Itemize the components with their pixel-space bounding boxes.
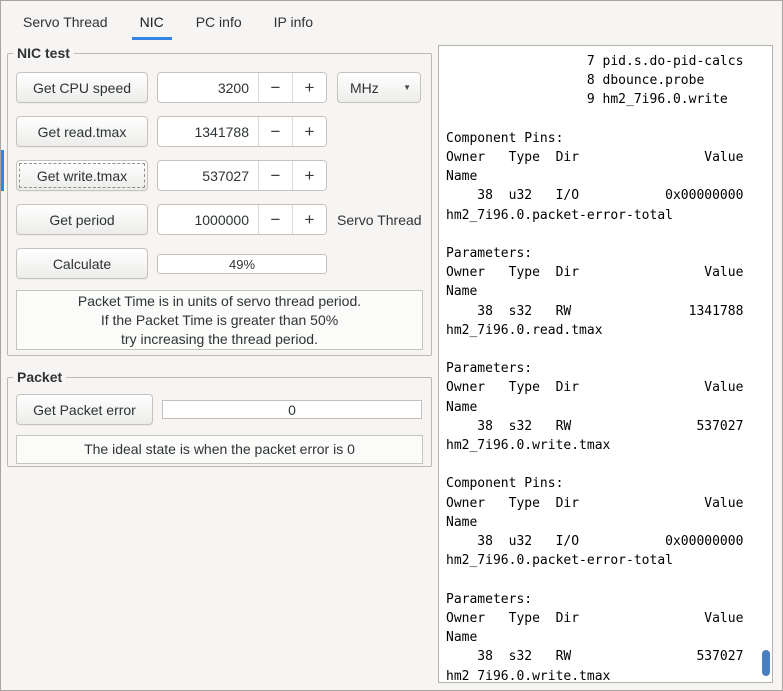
- plus-icon: +: [304, 210, 315, 229]
- cpu-speed-value[interactable]: 3200: [158, 73, 258, 102]
- packet-error-value: 0: [162, 400, 422, 419]
- write-tmax-value[interactable]: 537027: [158, 161, 258, 190]
- nic-test-frame: NIC test Get CPU speed 3200 − + MHz ▼ Ge…: [7, 45, 432, 356]
- read-tmax-increment-button[interactable]: +: [292, 117, 326, 146]
- packet-time-note: Packet Time is in units of servo thread …: [16, 290, 423, 350]
- packet-error-note: The ideal state is when the packet error…: [16, 435, 423, 464]
- write-tmax-spinbox: 537027 − +: [157, 160, 327, 191]
- cpu-speed-decrement-button[interactable]: −: [258, 73, 292, 102]
- plus-icon: +: [304, 166, 315, 185]
- tab-pc-info-label: PC info: [195, 14, 242, 30]
- tab-servo-thread-label: Servo Thread: [23, 14, 108, 30]
- tab-pc-info[interactable]: PC info: [180, 1, 258, 43]
- progress-percent-text: 49%: [228, 256, 256, 272]
- period-decrement-button[interactable]: −: [258, 205, 292, 234]
- tab-servo-thread[interactable]: Servo Thread: [7, 1, 124, 43]
- cpu-speed-spinbox: 3200 − +: [157, 72, 327, 103]
- hal-output-text: 7 pid.s.do-pid-calcs 8 dbounce.probe 9 h…: [446, 54, 744, 683]
- cpu-speed-unit-dropdown[interactable]: MHz ▼: [337, 72, 421, 103]
- plus-icon: +: [304, 78, 315, 97]
- read-tmax-spinbox: 1341788 − +: [157, 116, 327, 147]
- chevron-down-icon: ▼: [403, 83, 411, 92]
- packet-frame: Packet Get Packet error 0 The ideal stat…: [7, 369, 432, 467]
- hal-output-panel[interactable]: 7 pid.s.do-pid-calcs 8 dbounce.probe 9 h…: [438, 45, 773, 683]
- minus-icon: −: [270, 210, 281, 229]
- left-scrollbar-thumb[interactable]: [1, 150, 4, 191]
- tab-nic-label: NIC: [139, 14, 164, 30]
- get-cpu-speed-button[interactable]: Get CPU speed: [16, 72, 148, 103]
- packet-frame-label: Packet: [13, 369, 67, 385]
- cpu-speed-increment-button[interactable]: +: [292, 73, 326, 102]
- packet-time-progressbar: 49%: [157, 254, 327, 274]
- period-value[interactable]: 1000000: [158, 205, 258, 234]
- get-period-button[interactable]: Get period: [16, 204, 148, 235]
- write-tmax-decrement-button[interactable]: −: [258, 161, 292, 190]
- app-window: Servo Thread NIC PC info IP info NIC tes…: [0, 0, 783, 691]
- calculate-button[interactable]: Calculate: [16, 248, 148, 279]
- get-write-tmax-button[interactable]: Get write.tmax: [16, 160, 148, 191]
- period-spinbox: 1000000 − +: [157, 204, 327, 235]
- note-line-1: Packet Time is in units of servo thread …: [77, 292, 362, 309]
- vertical-scrollbar-thumb[interactable]: [762, 650, 770, 676]
- tab-ip-info-label: IP info: [273, 14, 314, 30]
- minus-icon: −: [270, 122, 281, 141]
- cpu-speed-unit-value: MHz: [350, 79, 379, 96]
- minus-icon: −: [270, 78, 281, 97]
- plus-icon: +: [304, 122, 315, 141]
- get-packet-error-button[interactable]: Get Packet error: [16, 394, 153, 425]
- tab-bar: Servo Thread NIC PC info IP info: [1, 1, 782, 43]
- nic-test-frame-label: NIC test: [13, 45, 74, 61]
- read-tmax-decrement-button[interactable]: −: [258, 117, 292, 146]
- tab-ip-info[interactable]: IP info: [258, 1, 329, 43]
- get-read-tmax-button[interactable]: Get read.tmax: [16, 116, 148, 147]
- note-line-3: try increasing the thread period.: [121, 330, 318, 347]
- servo-thread-caption: Servo Thread: [337, 211, 422, 228]
- minus-icon: −: [270, 166, 281, 185]
- note-line-2: If the Packet Time is greater than 50%: [100, 311, 339, 328]
- packet-note-line: The ideal state is when the packet error…: [84, 441, 355, 457]
- read-tmax-value[interactable]: 1341788: [158, 117, 258, 146]
- period-increment-button[interactable]: +: [292, 205, 326, 234]
- write-tmax-increment-button[interactable]: +: [292, 161, 326, 190]
- tab-nic[interactable]: NIC: [124, 1, 180, 43]
